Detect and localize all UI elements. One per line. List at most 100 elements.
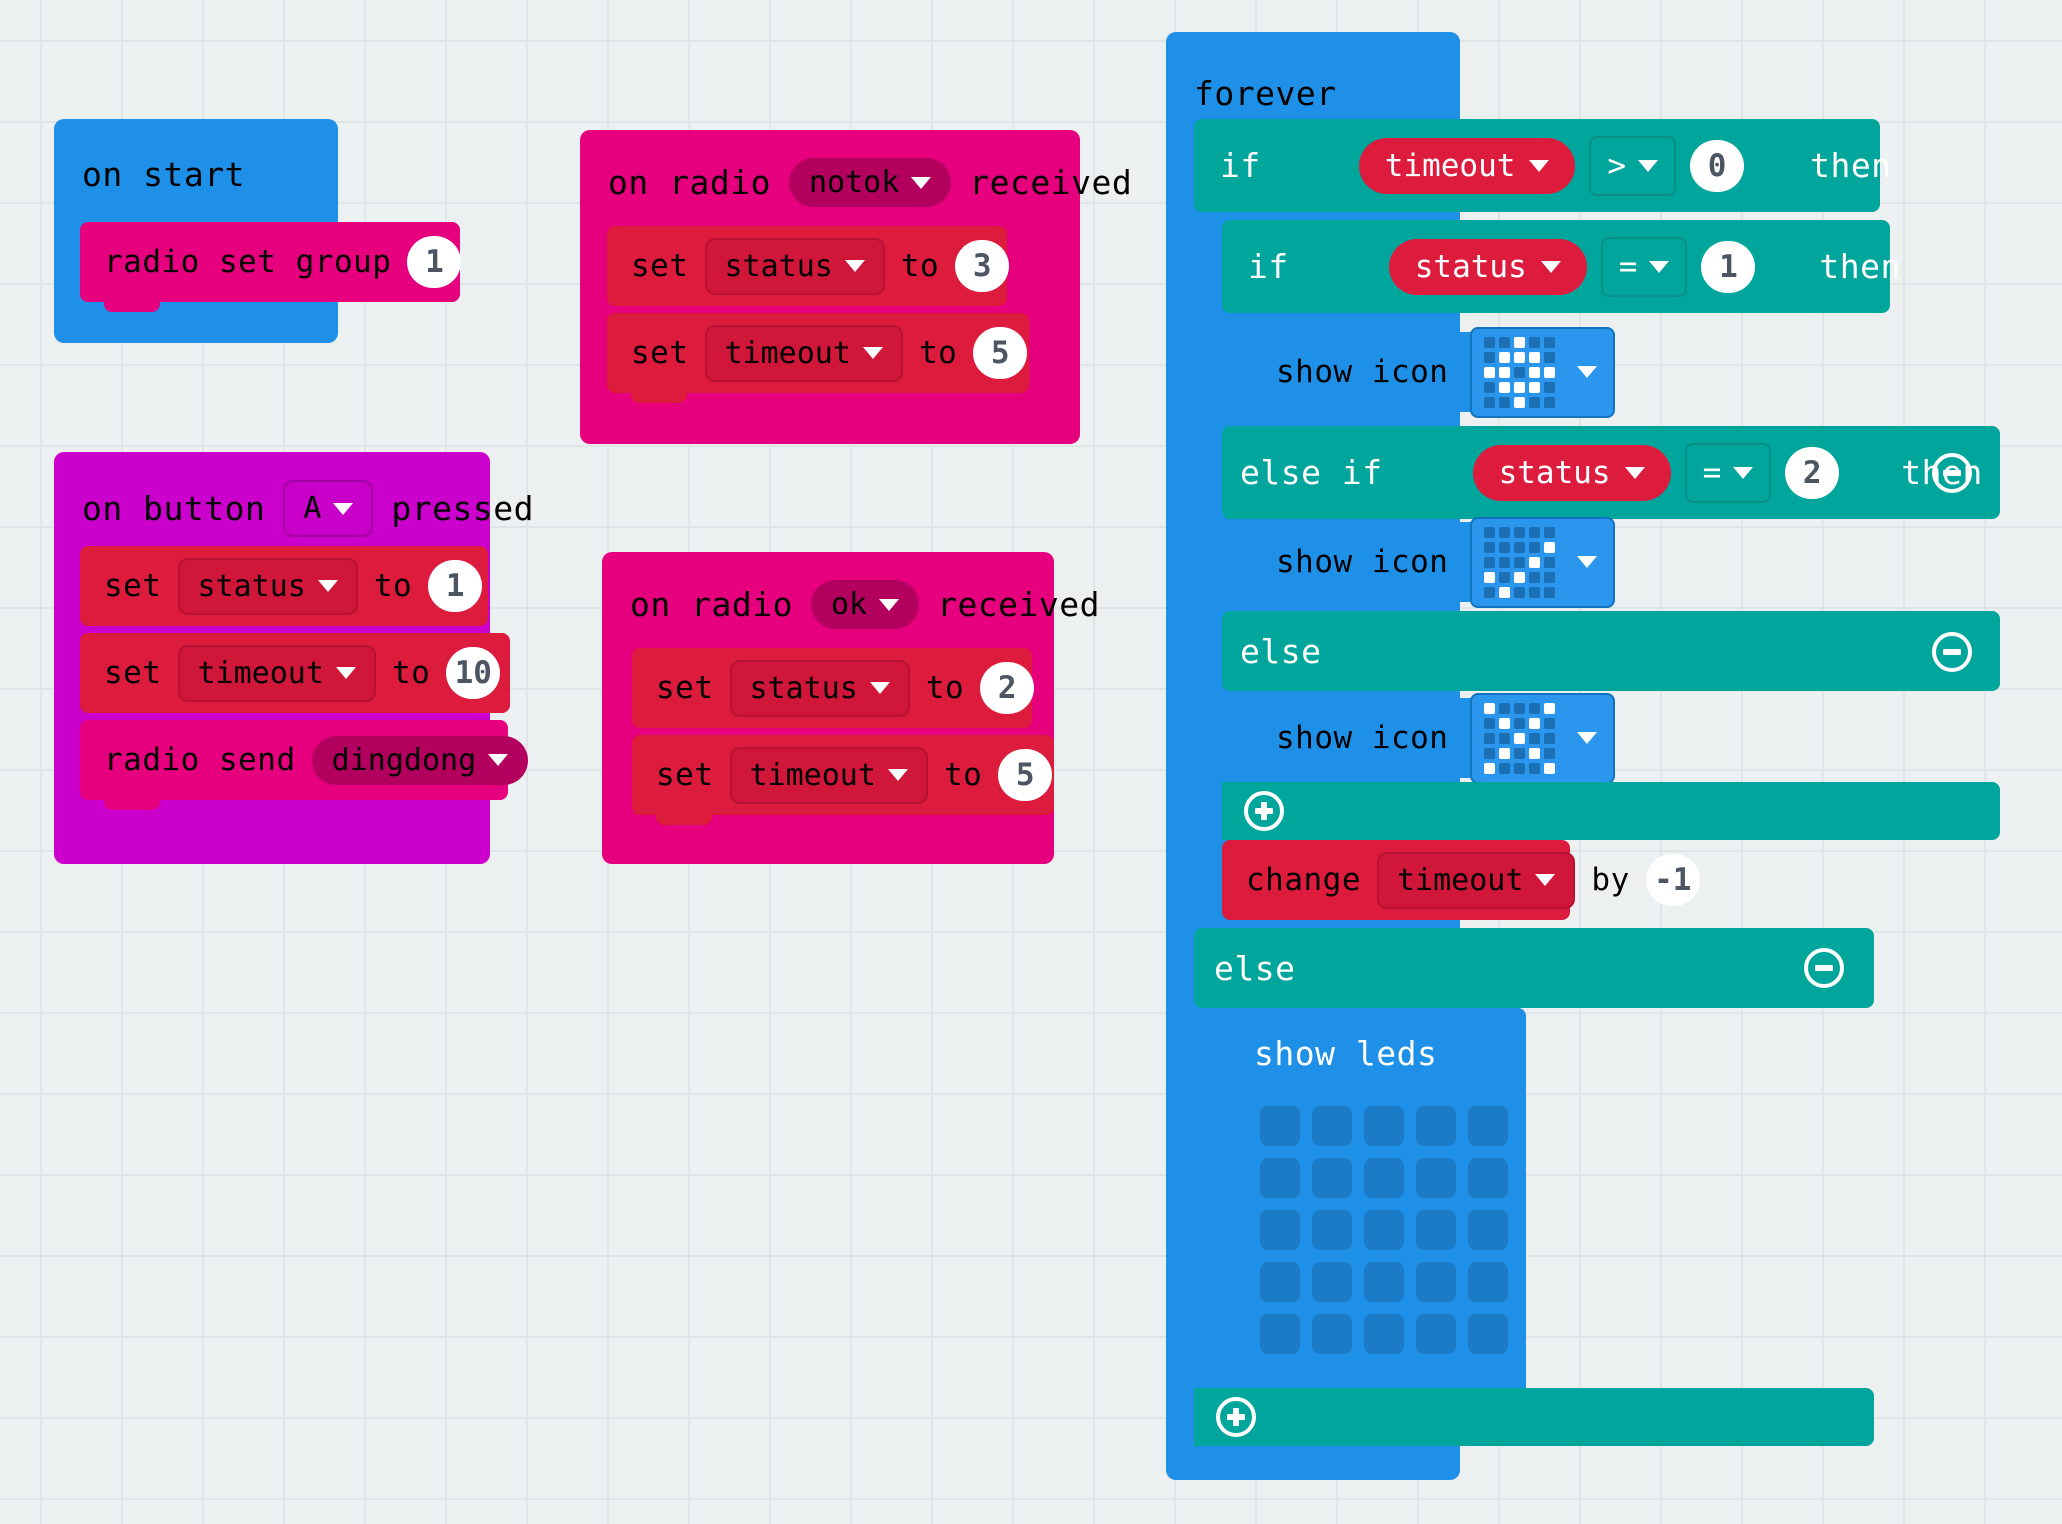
icon-picker-diamond[interactable] (1470, 326, 1616, 418)
led-cell[interactable] (1416, 1106, 1456, 1146)
block-if-status-eq-1[interactable]: if status = 1 then (1222, 220, 1900, 313)
led-cell[interactable] (1260, 1314, 1300, 1354)
block-else-if-status-eq-2[interactable]: else if status = 2 then (1222, 426, 2000, 519)
icon-picker-yes[interactable] (1470, 516, 1616, 608)
block-show-icon-yes[interactable]: show icon (1252, 516, 1616, 608)
led-cell[interactable] (1312, 1262, 1352, 1302)
variable-reporter-status[interactable]: status (1473, 445, 1671, 501)
operator-select-eq[interactable]: = (1601, 237, 1688, 297)
led-cell (1499, 732, 1511, 744)
then-label: then (1819, 247, 1901, 286)
comparison-operand[interactable]: 2 (1785, 447, 1839, 499)
radio-message-dropdown[interactable]: dingdong (311, 735, 529, 785)
block-radio-set-group[interactable]: radio set group 1 (80, 222, 462, 302)
block-if-timeout-gt-0[interactable]: if timeout > 0 then (1194, 119, 1891, 212)
variable-select-status[interactable]: status (704, 237, 885, 295)
led-cell (1529, 351, 1541, 363)
variable-select-timeout[interactable]: timeout (704, 324, 903, 382)
block-inner-else[interactable]: else (1222, 611, 2000, 691)
led-cell[interactable] (1260, 1158, 1300, 1198)
variable-select-timeout[interactable]: timeout (177, 644, 376, 702)
remove-else-button[interactable] (1932, 632, 1972, 672)
block-set-status-1[interactable]: set status to 1 (80, 546, 488, 626)
show-icon-label: show icon (1276, 544, 1449, 580)
variable-select-status[interactable]: status (177, 557, 358, 615)
led-cell[interactable] (1416, 1314, 1456, 1354)
led-cell[interactable] (1364, 1106, 1404, 1146)
block-set-status-3[interactable]: set status to 3 (607, 226, 1010, 306)
led-cell[interactable] (1312, 1314, 1352, 1354)
radio-message-dropdown-notok[interactable]: notok (788, 158, 952, 207)
led-cell[interactable] (1312, 1106, 1352, 1146)
remove-else-if-button[interactable] (1932, 453, 1972, 493)
set-timeout-value[interactable]: 5 (998, 749, 1053, 801)
block-radio-send[interactable]: radio send dingdong (80, 720, 529, 800)
variable-name: timeout (197, 655, 324, 691)
to-label: to (925, 670, 965, 706)
set-timeout-value[interactable]: 10 (446, 647, 501, 699)
led-cell (1484, 366, 1496, 378)
led-cell[interactable] (1364, 1314, 1404, 1354)
outer-if-footer[interactable] (1194, 1388, 1874, 1446)
block-outer-else[interactable]: else (1194, 928, 1874, 1008)
led-cell (1529, 366, 1541, 378)
led-cell[interactable] (1260, 1210, 1300, 1250)
led-cell[interactable] (1260, 1262, 1300, 1302)
comparison-operand[interactable]: 0 (1690, 140, 1744, 192)
set-timeout-value[interactable]: 5 (973, 327, 1028, 379)
radio-message-dropdown-ok[interactable]: ok (810, 580, 920, 629)
remove-outer-else-button[interactable] (1804, 948, 1844, 988)
on-start-label: on start (82, 155, 245, 194)
variable-select-timeout[interactable]: timeout (729, 746, 928, 804)
to-label: to (918, 335, 958, 371)
led-cell (1484, 762, 1496, 774)
set-status-value[interactable]: 3 (955, 240, 1010, 292)
block-show-leds[interactable]: show leds (1228, 1008, 1526, 1396)
operator-select-gt[interactable]: > (1589, 136, 1676, 196)
icon-picker-no[interactable] (1470, 692, 1616, 784)
led-cell[interactable] (1468, 1314, 1508, 1354)
led-cell[interactable] (1364, 1210, 1404, 1250)
set-timeout-notch-bottom (631, 391, 687, 403)
operator-select-eq[interactable]: = (1685, 443, 1772, 503)
comparison-status-eq-1[interactable]: status = 1 (1327, 226, 1790, 308)
led-cell[interactable] (1312, 1210, 1352, 1250)
led-cell[interactable] (1312, 1158, 1352, 1198)
button-select-dropdown[interactable]: A (283, 480, 374, 537)
led-cell[interactable] (1468, 1210, 1508, 1250)
led-cell[interactable] (1416, 1262, 1456, 1302)
set-status-value[interactable]: 1 (428, 560, 483, 612)
led-matrix-editor[interactable] (1260, 1106, 1508, 1354)
block-set-timeout-5-ok[interactable]: set timeout to 5 (632, 735, 1054, 815)
add-else-if-button[interactable] (1244, 791, 1284, 831)
led-cell[interactable] (1468, 1262, 1508, 1302)
block-set-timeout-5-notok[interactable]: set timeout to 5 (607, 313, 1029, 393)
block-show-icon-no[interactable]: show icon (1252, 692, 1616, 784)
comparison-status-eq-2[interactable]: status = 2 (1411, 432, 1874, 514)
change-timeout-value[interactable]: -1 (1645, 854, 1700, 906)
variable-select-status[interactable]: status (729, 659, 910, 717)
led-cell[interactable] (1416, 1158, 1456, 1198)
comparison-timeout-gt-0[interactable]: timeout > 0 (1297, 125, 1778, 207)
block-show-icon-diamond[interactable]: show icon (1252, 326, 1616, 418)
comparison-operand[interactable]: 1 (1701, 241, 1755, 293)
led-cell[interactable] (1260, 1106, 1300, 1146)
chevron-down-icon (1733, 467, 1753, 479)
variable-reporter-timeout[interactable]: timeout (1359, 138, 1576, 194)
variable-name: status (1414, 248, 1527, 285)
show-icon-label: show icon (1276, 354, 1449, 390)
radio-set-group-value[interactable]: 1 (407, 236, 462, 288)
inner-if-footer[interactable] (1222, 782, 2000, 840)
led-cell[interactable] (1416, 1210, 1456, 1250)
block-set-status-2[interactable]: set status to 2 (632, 648, 1035, 728)
add-outer-else-if-button[interactable] (1216, 1397, 1256, 1437)
led-cell[interactable] (1364, 1262, 1404, 1302)
variable-select-timeout[interactable]: timeout (1376, 851, 1576, 909)
set-status-value[interactable]: 2 (980, 662, 1035, 714)
led-cell[interactable] (1468, 1106, 1508, 1146)
block-change-timeout[interactable]: change timeout by -1 (1222, 840, 1700, 920)
block-set-timeout-10[interactable]: set timeout to 10 (80, 633, 510, 713)
led-cell[interactable] (1468, 1158, 1508, 1198)
led-cell[interactable] (1364, 1158, 1404, 1198)
variable-reporter-status[interactable]: status (1389, 239, 1587, 295)
